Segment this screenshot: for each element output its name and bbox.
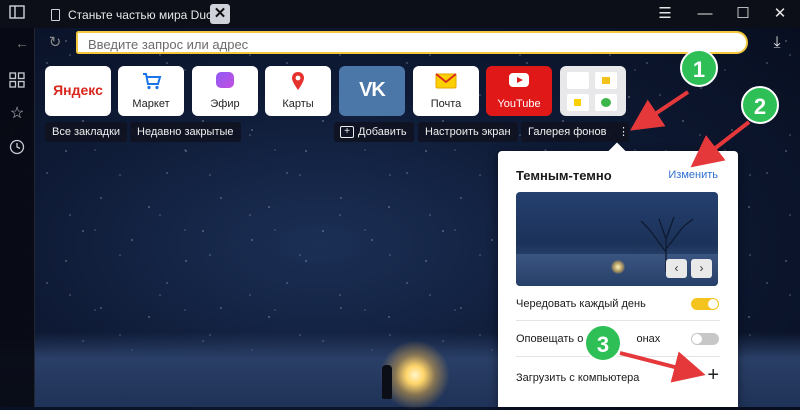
minimize-icon[interactable]: —	[695, 4, 715, 24]
customize-screen-button[interactable]: Настроить экран	[418, 122, 518, 142]
tile-maps[interactable]: Карты	[265, 66, 331, 116]
prev-background-icon[interactable]: ‹	[666, 259, 687, 278]
cart-icon	[143, 73, 162, 90]
map-pin-icon	[292, 72, 304, 90]
tile-label: Почта	[430, 98, 462, 110]
add-button[interactable]: + Добавить	[334, 122, 414, 142]
all-bookmarks-button[interactable]: Все закладки	[45, 122, 128, 142]
tile-yandex[interactable]: Яндекс	[45, 66, 111, 116]
divider	[516, 320, 720, 321]
close-window-icon[interactable]: ✕	[770, 4, 790, 24]
tile-youtube[interactable]: YouTube	[486, 66, 552, 116]
upload-label: Загрузить с компьютера	[516, 372, 640, 384]
side-panel: ☆	[0, 28, 35, 407]
download-icon[interactable]: ⤓	[768, 34, 786, 52]
upload-plus-icon[interactable]: +	[707, 365, 719, 385]
mini-tile-3	[567, 94, 589, 111]
add-label: Добавить	[358, 126, 407, 138]
rotate-daily-label: Чередовать каждый день	[516, 298, 646, 310]
tab-title: Станьте частью мира Duc	[68, 8, 212, 22]
tile-folder[interactable]	[560, 66, 626, 116]
close-tab-icon[interactable]: ✕	[210, 4, 230, 24]
person-silhouette	[382, 365, 392, 399]
add-icon: +	[340, 126, 354, 138]
sidebar-toggle-icon[interactable]	[8, 5, 26, 23]
tile-mail[interactable]: Почта	[413, 66, 479, 116]
back-arrow-icon[interactable]: ←	[13, 34, 31, 52]
step-badge-1: 1	[680, 49, 718, 87]
address-bar[interactable]	[76, 31, 748, 54]
mini-tile-2	[595, 72, 617, 89]
tile-efir[interactable]: Эфир	[192, 66, 258, 116]
address-input[interactable]	[86, 35, 690, 53]
browser-tab[interactable]: Станьте частью мира Duc	[44, 4, 232, 26]
more-options-icon[interactable]: ⋮	[611, 122, 629, 142]
tile-label: Маркет	[132, 98, 170, 110]
change-link[interactable]: Изменить	[668, 169, 718, 181]
mail-envelope-icon	[435, 73, 457, 89]
popup-title: Темным-темно	[516, 168, 612, 183]
tile-label: Эфир	[210, 98, 240, 110]
next-background-icon[interactable]: ›	[691, 259, 712, 278]
background-popup: Темным-темно Изменить ‹ › Чередовать каж…	[498, 151, 738, 407]
tile-label: YouTube	[497, 98, 541, 110]
recently-closed-button[interactable]: Недавно закрытые	[130, 122, 241, 142]
vk-logo-icon: VK	[359, 79, 386, 101]
bookmarks-star-icon[interactable]: ☆	[8, 105, 26, 123]
tile-market[interactable]: Маркет	[118, 66, 184, 116]
notify-toggle[interactable]	[691, 333, 719, 345]
youtube-play-icon	[509, 73, 529, 87]
tile-vk[interactable]: VK	[339, 66, 405, 116]
mini-tile-1	[567, 72, 589, 89]
efir-logo-icon	[216, 72, 234, 88]
tile-label: Яндекс	[53, 82, 103, 98]
tile-label: Карты	[282, 98, 314, 110]
page-icon	[51, 9, 60, 21]
apps-grid-icon[interactable]	[8, 72, 26, 90]
step-badge-3: 3	[584, 324, 622, 362]
maximize-icon[interactable]: ☐	[733, 4, 753, 24]
background-preview	[516, 192, 718, 286]
step-badge-2: 2	[741, 86, 779, 124]
rotate-daily-toggle[interactable]	[691, 298, 719, 310]
reload-icon[interactable]: ↻	[46, 34, 64, 52]
title-bar: Станьте частью мира Duc ✕ ☰ — ☐ ✕	[0, 0, 800, 28]
history-clock-icon[interactable]	[8, 139, 26, 157]
menu-icon[interactable]: ☰	[655, 4, 675, 24]
background-gallery-button[interactable]: Галерея фонов	[521, 122, 614, 142]
divider	[516, 356, 720, 357]
mini-tile-4	[595, 94, 617, 111]
